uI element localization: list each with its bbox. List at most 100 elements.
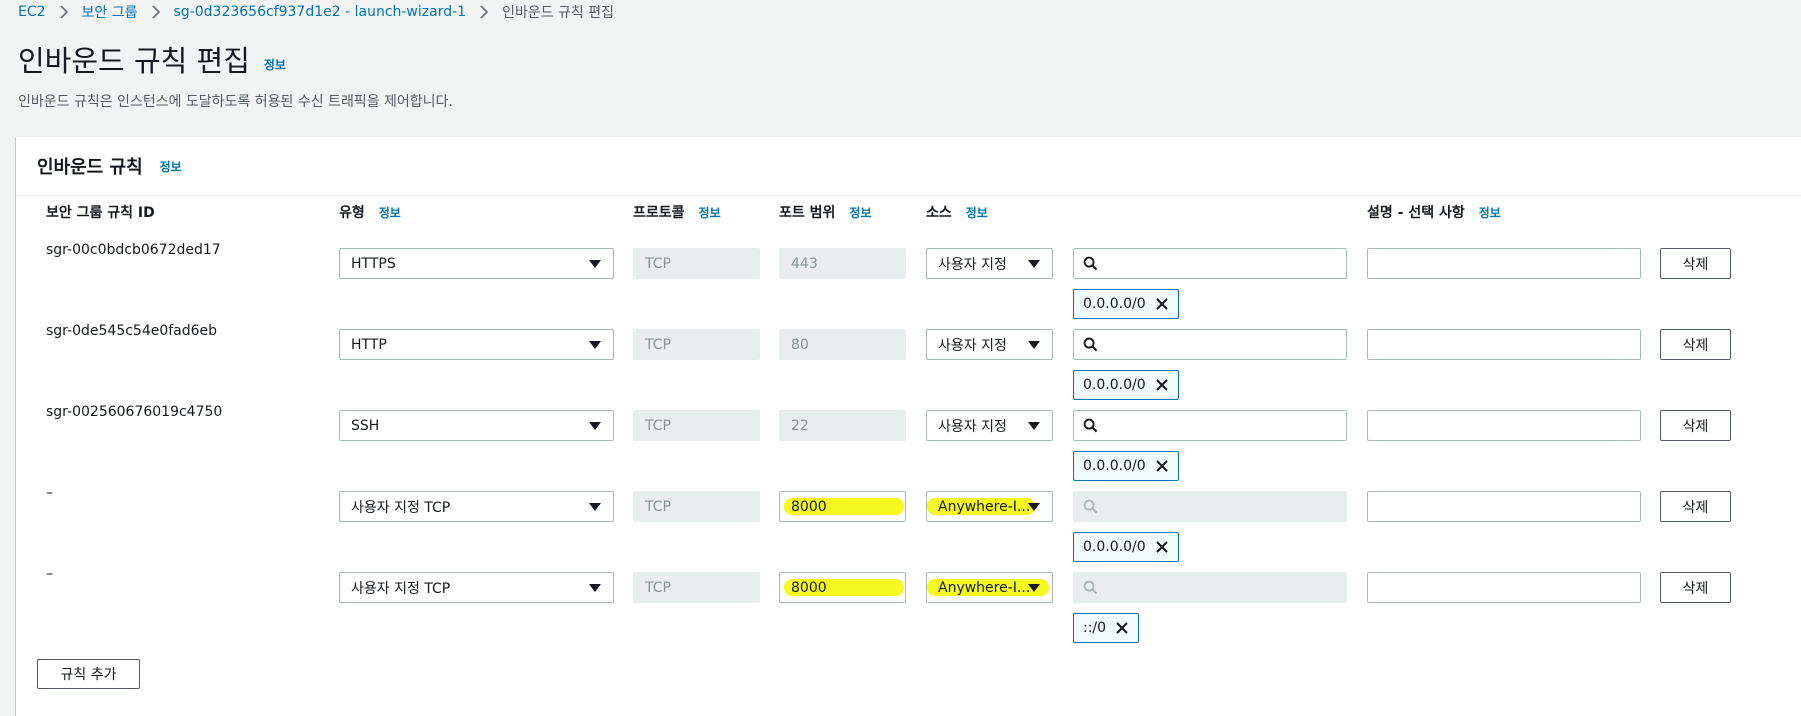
protocol-field: TCP	[633, 410, 760, 441]
port-value: 8000	[791, 579, 827, 596]
chevron-right-icon	[59, 5, 69, 19]
type-select[interactable]: 사용자 지정 TCP	[339, 572, 614, 603]
search-icon	[1083, 580, 1098, 595]
close-icon[interactable]	[1112, 618, 1132, 638]
caret-down-icon	[589, 340, 601, 349]
cidr-value: 0.0.0.0/0	[1083, 539, 1146, 555]
cidr-token: 0.0.0.0/0	[1073, 370, 1179, 400]
search-icon	[1083, 337, 1098, 352]
column-header-source: 소스 정보	[926, 202, 988, 222]
cidr-token: 0.0.0.0/0	[1073, 451, 1179, 481]
delete-button[interactable]: 삭제	[1660, 491, 1731, 522]
port-range-input[interactable]: 8000	[779, 572, 906, 603]
type-info-link[interactable]: 정보	[379, 204, 401, 221]
port-info-link[interactable]: 정보	[849, 204, 871, 221]
protocol-field: TCP	[633, 329, 760, 360]
close-icon[interactable]	[1152, 537, 1172, 557]
page-title: 인바운드 규칙 편집 정보	[18, 38, 286, 80]
source-value: 사용자 지정	[938, 256, 1007, 273]
cidr-search-input[interactable]	[1073, 248, 1347, 279]
column-header-rule-id: 보안 그룹 규칙 ID	[46, 202, 155, 222]
caret-down-icon	[589, 502, 601, 511]
inbound-rules-panel: 인바운드 규칙 정보 보안 그룹 규칙 ID 유형 정보 프로토콜 정보 포트 …	[16, 136, 1801, 716]
source-select[interactable]: 사용자 지정	[926, 410, 1053, 441]
search-icon	[1083, 499, 1098, 514]
caret-down-icon	[589, 259, 601, 268]
delete-button[interactable]: 삭제	[1660, 572, 1731, 603]
delete-button[interactable]: 삭제	[1660, 248, 1731, 279]
column-label: 포트 범위	[779, 205, 836, 221]
port-range-field: 443	[779, 248, 906, 279]
source-value: 사용자 지정	[938, 337, 1007, 354]
cidr-token: ::/0	[1073, 613, 1140, 643]
cidr-search-input[interactable]	[1073, 410, 1347, 441]
description-info-link[interactable]: 정보	[1479, 204, 1501, 221]
description-input[interactable]	[1367, 491, 1641, 522]
cidr-value: ::/0	[1083, 620, 1107, 636]
port-range-field: 22	[779, 410, 906, 441]
type-select[interactable]: 사용자 지정 TCP	[339, 491, 614, 522]
add-rule-button[interactable]: 규칙 추가	[37, 659, 140, 689]
column-label: 프로토콜	[633, 205, 685, 221]
cidr-value: 0.0.0.0/0	[1083, 296, 1146, 312]
protocol-field: TCP	[633, 491, 760, 522]
breadcrumb: EC2 보안 그룹 sg-0d323656cf937d1e2 - launch-…	[18, 2, 614, 22]
rule-row: sgr-0de545c54e0fad6eb HTTP TCP 80 사용자 지정…	[16, 319, 1801, 400]
column-header-description: 설명 - 선택 사항 정보	[1367, 202, 1501, 222]
chevron-right-icon	[151, 5, 161, 19]
description-input[interactable]	[1367, 572, 1641, 603]
column-header-port-range: 포트 범위 정보	[779, 202, 872, 222]
source-select[interactable]: 사용자 지정	[926, 248, 1053, 279]
type-value: 사용자 지정 TCP	[351, 580, 451, 597]
caret-down-icon	[1028, 340, 1040, 349]
type-select[interactable]: HTTP	[339, 329, 614, 360]
type-select[interactable]: SSH	[339, 410, 614, 441]
rule-id: –	[46, 485, 53, 501]
source-value: Anywhere-I...	[938, 498, 1031, 515]
panel-title: 인바운드 규칙	[37, 157, 143, 178]
source-select[interactable]: Anywhere-I...	[926, 572, 1053, 603]
description-input[interactable]	[1367, 329, 1641, 360]
cidr-search-input	[1073, 572, 1347, 603]
source-value: 사용자 지정	[938, 418, 1007, 435]
port-value: 8000	[791, 498, 827, 515]
caret-down-icon	[589, 583, 601, 592]
cidr-value: 0.0.0.0/0	[1083, 377, 1146, 393]
search-icon	[1083, 256, 1098, 271]
search-icon	[1083, 418, 1098, 433]
breadcrumb-security-groups[interactable]: 보안 그룹	[82, 2, 138, 22]
delete-button[interactable]: 삭제	[1660, 329, 1731, 360]
type-value: SSH	[351, 417, 380, 434]
protocol-field: TCP	[633, 572, 760, 603]
close-icon[interactable]	[1152, 375, 1172, 395]
close-icon[interactable]	[1152, 294, 1172, 314]
panel-info-link[interactable]: 정보	[160, 158, 182, 175]
source-info-link[interactable]: 정보	[966, 204, 988, 221]
rule-row: sgr-00c0bdcb0672ded17 HTTPS TCP 443 사용자 …	[16, 238, 1801, 319]
type-select[interactable]: HTTPS	[339, 248, 614, 279]
breadcrumb-ec2[interactable]: EC2	[18, 4, 46, 20]
page-title-text: 인바운드 규칙 편집	[18, 44, 250, 78]
column-header-protocol: 프로토콜 정보	[633, 202, 721, 222]
port-range-input[interactable]: 8000	[779, 491, 906, 522]
column-label: 설명 - 선택 사항	[1367, 205, 1465, 221]
protocol-field: TCP	[633, 248, 760, 279]
caret-down-icon	[1028, 502, 1040, 511]
description-input[interactable]	[1367, 410, 1641, 441]
panel-header: 인바운드 규칙 정보	[16, 137, 1801, 196]
breadcrumb-current: 인바운드 규칙 편집	[502, 5, 615, 21]
caret-down-icon	[1028, 259, 1040, 268]
rule-id: sgr-00c0bdcb0672ded17	[46, 242, 221, 258]
column-header-type: 유형 정보	[339, 202, 401, 222]
description-input[interactable]	[1367, 248, 1641, 279]
cidr-search-input[interactable]	[1073, 329, 1347, 360]
delete-button[interactable]: 삭제	[1660, 410, 1731, 441]
page-info-link[interactable]: 정보	[264, 56, 286, 73]
source-select[interactable]: Anywhere-I...	[926, 491, 1053, 522]
source-select[interactable]: 사용자 지정	[926, 329, 1053, 360]
protocol-info-link[interactable]: 정보	[699, 204, 721, 221]
caret-down-icon	[1028, 421, 1040, 430]
rule-id: –	[46, 566, 53, 582]
close-icon[interactable]	[1152, 456, 1172, 476]
breadcrumb-security-group[interactable]: sg-0d323656cf937d1e2 - launch-wizard-1	[174, 4, 467, 20]
